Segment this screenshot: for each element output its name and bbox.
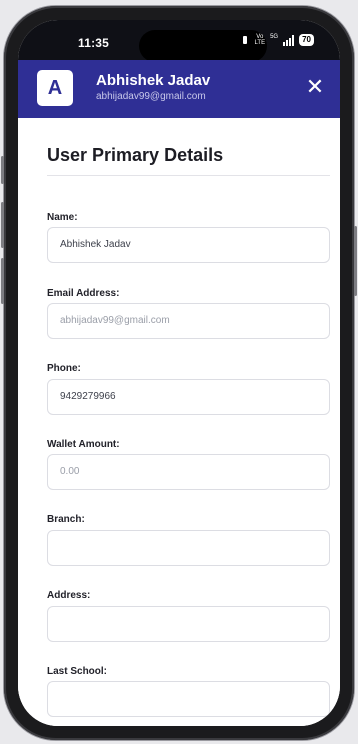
last-school-label: Last School: xyxy=(47,666,108,677)
phone-frame: 11:35 Vo LTE 5G 70 A Abhishek Jadav abhi… xyxy=(1,6,357,740)
signal-icon xyxy=(283,34,295,46)
volte-indicator: Vo LTE xyxy=(255,34,266,46)
name-label: Name: xyxy=(47,212,78,223)
last-school-field[interactable] xyxy=(47,681,330,717)
profile-header: A Abhishek Jadav abhijadav99@gmail.com ✕ xyxy=(18,60,340,118)
branch-label: Branch: xyxy=(47,514,85,525)
status-bar: 11:35 Vo LTE 5G 70 xyxy=(18,20,340,64)
phone-field[interactable]: 9429279966 xyxy=(47,379,330,415)
address-label: Address: xyxy=(47,590,91,601)
status-icons: Vo LTE 5G 70 xyxy=(240,34,314,46)
details-panel: User Primary Details Name: Abhishek Jada… xyxy=(18,118,340,726)
power-button xyxy=(354,226,357,296)
email-label: Email Address: xyxy=(47,288,120,299)
battery-icon: 70 xyxy=(299,34,314,46)
side-button-low xyxy=(1,258,4,304)
address-field[interactable] xyxy=(47,606,330,642)
avatar: A xyxy=(37,70,73,106)
screen: 11:35 Vo LTE 5G 70 A Abhishek Jadav abhi… xyxy=(18,20,340,726)
close-icon[interactable]: ✕ xyxy=(302,74,328,100)
divider xyxy=(47,175,330,176)
volte-lte: LTE xyxy=(254,40,266,46)
side-button-top xyxy=(1,156,4,184)
wallet-amount-label: Wallet Amount: xyxy=(47,439,120,450)
email-field[interactable]: abhijadav99@gmail.com xyxy=(47,303,330,339)
side-button-mid xyxy=(1,202,4,248)
branch-field[interactable] xyxy=(47,530,330,566)
section-title: User Primary Details xyxy=(47,145,224,165)
network-label: 5G xyxy=(270,34,279,40)
name-field[interactable]: Abhishek Jadav xyxy=(47,227,330,263)
user-name: Abhishek Jadav xyxy=(96,72,211,89)
phone-label: Phone: xyxy=(47,363,81,374)
user-email: abhijadav99@gmail.com xyxy=(96,91,206,102)
vibrate-icon xyxy=(240,35,250,45)
status-time: 11:35 xyxy=(78,36,110,50)
wallet-amount-field[interactable]: 0.00 xyxy=(47,454,330,490)
